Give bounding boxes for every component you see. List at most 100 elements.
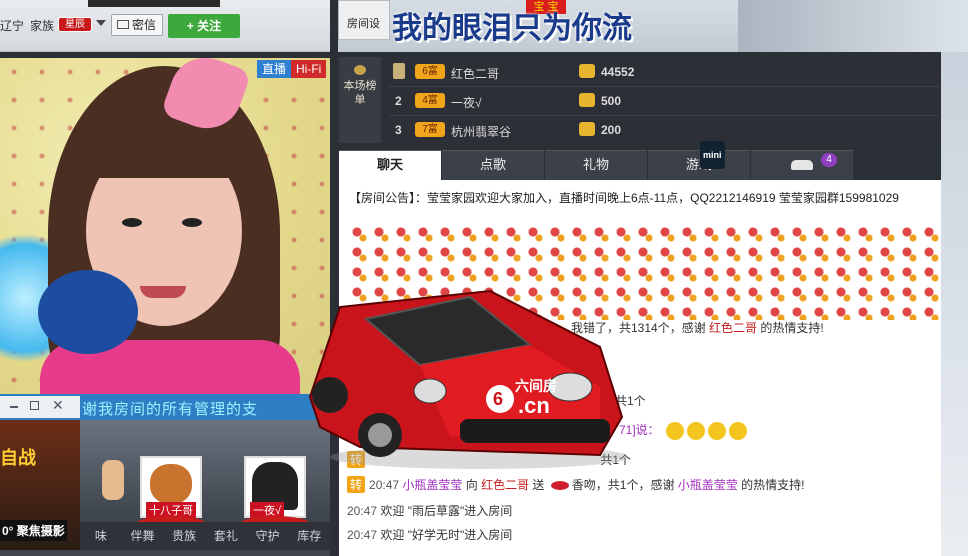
coin-icon [579,93,595,107]
kiss-icon [550,481,569,491]
streamer-info-bar: 辽宁 家族 星辰 密信 + 关注 [0,0,330,52]
ranking-row[interactable]: 2 4富 一夜√ 500 [389,88,939,114]
ranking-label: 本场榜单 [339,57,381,143]
user-link[interactable]: 小瓶盖莹莹 [678,478,738,492]
tab-gifts[interactable]: 礼物 [545,150,647,180]
window-controls: ✕ [0,396,80,418]
room-header: 房间设 宝 宝 我的眼泪只为你流 [338,0,968,52]
close-icon[interactable]: ✕ [52,397,64,414]
tab-chat[interactable]: 聊天 [339,150,441,180]
follow-button[interactable]: + 关注 [168,14,240,38]
emoji-icon [687,421,706,440]
trophy-icon [393,63,405,79]
room-signature: 我的眼泪只为你流 [392,12,632,45]
mini-badge: mini [700,141,725,169]
tab-songs[interactable]: 点歌 [442,150,544,180]
ad-title: 自战 [0,448,36,468]
clan-badge[interactable]: 星辰 [58,17,92,32]
location-text: 辽宁 [0,19,25,33]
admin-stage: 十八子哥 一夜√ [80,420,330,532]
top-dark-strip [88,0,220,7]
gift-text: 香吻，共1个，感谢 [571,478,678,492]
mini-panel: 谢我房间的所有管理的支 ✕ 自战 0° 聚焦摄影 十八子哥 一夜√ 味 伴舞 贵… [0,394,330,556]
ranking-number: 3 [395,123,402,137]
live-tag: 直播 [257,60,292,78]
room-announcement: 【房间公告】：莹莹家园欢迎大家加入，直播时间晚上6点-11点，QQ2212146… [349,191,899,205]
ranking-name: 红色二哥 [451,67,500,81]
ranking-row[interactable]: 3 7富 杭州翡翠谷 200 [389,117,939,143]
tab-cars[interactable]: 4 [751,150,853,180]
timestamp: 20:47 [369,478,400,492]
hifi-tag[interactable]: Hi-Fi [291,60,327,78]
tab-item[interactable]: 味 [80,522,122,550]
medal-icon [354,65,366,75]
right-eye [182,218,202,227]
sports-car-animation: 6 六间房 .cn [308,289,626,469]
envelope-icon [117,20,129,29]
video-player[interactable]: 直播 Hi-Fi [0,58,330,400]
maximize-icon[interactable] [30,401,39,410]
divider [389,115,939,116]
admin-card[interactable]: 十八子哥 [140,456,202,518]
room-settings-label: 房间设 [347,18,380,30]
user-link[interactable]: 小瓶盖莹莹 [402,478,462,492]
tab-item[interactable]: 贵族 [163,522,205,550]
car-headlight [413,378,447,404]
user-link[interactable]: 红色二哥 [709,321,757,335]
gift-text: 送 [529,478,548,492]
ranking-name: 一夜√ [451,96,482,110]
ranking-row[interactable]: 6富 红色二哥 44552 [389,59,939,85]
tab-item[interactable]: 套礼 [205,522,247,550]
header-background [738,0,968,52]
ranking-name: 杭州翡翠谷 [451,125,512,139]
chevron-down-icon[interactable] [96,20,106,26]
wealth-level: 4富 [415,93,445,108]
emoji-icon [708,421,727,440]
welcome-message: 20:47 欢迎 "雨后草露"进入房间 [347,502,512,519]
page-background-edge [941,52,968,556]
mini-tabs: 味 伴舞 贵族 套礼 守护 库存 [80,522,330,550]
room-tabs: 聊天 点歌 礼物 游戏 mini 4 [339,141,865,180]
car-brand: 六间房 [515,378,557,394]
gift-text: 的热情支持! [757,321,824,335]
car-domain: .cn [518,393,550,418]
ranking-value: 500 [601,94,622,108]
tab-games[interactable]: 游戏 mini [648,141,750,180]
car-rim [368,423,392,447]
ranking-panel: 本场榜单 6富 红色二哥 44552 2 4富 一夜√ 500 3 7富 杭州翡… [339,57,941,143]
message-label: 密信 [132,18,157,32]
wealth-level: 6富 [415,64,445,79]
dog-avatar [150,464,192,504]
tab-item[interactable]: 伴舞 [122,522,164,550]
coin-icon [579,64,595,78]
message-button[interactable]: 密信 [111,14,163,36]
wealth-level: 7富 [415,122,445,137]
gift-text: 的热情支持! [737,478,805,492]
tab-item[interactable]: 守护 [247,522,289,550]
ranking-value: 200 [601,123,622,137]
microphone [38,270,138,354]
ranking-label-text: 本场榜单 [343,80,377,106]
welcome-text: 欢迎 "雨后草露"进入房间 [380,504,513,518]
partial-message: 71]说： [619,421,748,440]
tab-item[interactable]: 库存 [288,522,330,550]
room-settings-button[interactable]: 房间设 [338,0,390,40]
minimize-icon[interactable] [10,406,18,408]
ranking-value: 44552 [601,65,635,79]
admin-card[interactable]: 一夜√ [244,456,306,518]
car-icon [791,160,813,170]
ranking-number: 2 [395,94,402,108]
mouth [140,286,186,298]
transfer-tag: 转 [347,476,366,493]
welcome-text: 欢迎 "好学无时"进入房间 [380,528,513,542]
gift-text: 向 [462,478,482,492]
game-ad[interactable]: 自战 0° 聚焦摄影 [0,420,80,550]
car-count-badge: 4 [821,153,837,167]
timestamp: 20:47 [347,504,378,518]
welcome-message: 20:47 欢迎 "好学无时"进入房间 [347,526,512,543]
divider [389,86,939,87]
gift-message: 转 20:47 小瓶盖莹莹 向 红色二哥 送 香吻，共1个，感谢 小瓶盖莹莹 的热… [347,476,804,493]
user-link[interactable]: 红色二哥 [481,478,529,492]
banner-text: 谢我房间的所有管理的支 [82,400,259,418]
car-grille [460,419,610,443]
